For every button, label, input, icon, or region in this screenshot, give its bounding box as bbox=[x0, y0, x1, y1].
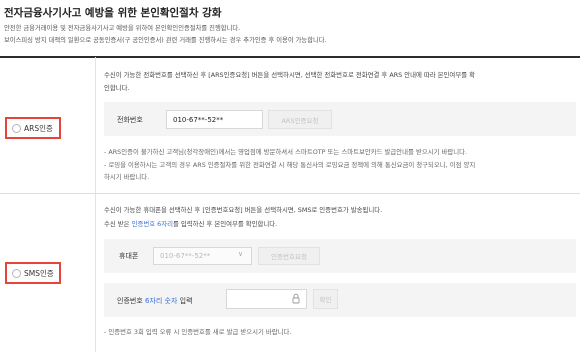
ars-radio-option[interactable]: ARS인증 bbox=[5, 117, 61, 139]
section-divider bbox=[0, 193, 580, 194]
chevron-down-icon[interactable]: ∨ bbox=[238, 250, 243, 258]
sms-code-label-highlight: 6자리 숫자 bbox=[145, 297, 178, 305]
sms-confirm-button[interactable]: 확인 bbox=[313, 289, 338, 309]
radio-icon[interactable] bbox=[12, 268, 21, 278]
sms-description-line-1: 수신이 가능한 휴대폰을 선택하신 후 [인증번호요청] 버튼을 선택하시면, … bbox=[104, 206, 383, 214]
sms-radio-option[interactable]: SMS인증 bbox=[5, 262, 61, 284]
sms-description-line-2: 수신 받은 인증번호 6자리를 입력하신 후 본인여부를 확인합니다. bbox=[104, 219, 277, 228]
sms-code-label-text: 인증번호 bbox=[117, 297, 145, 305]
sms-phone-label: 휴대폰 bbox=[119, 252, 139, 260]
column-divider bbox=[95, 57, 96, 352]
ars-request-button[interactable]: ARS인증요청 bbox=[268, 110, 332, 129]
sms-desc-text: 수신 받은 bbox=[104, 220, 132, 228]
intro-line-2: 보이스피싱 방지 대책의 일환으로 공동인증서(구 공인인증서) 관련 거래를 … bbox=[4, 37, 327, 44]
ars-note-2-line-2: 하시기 바랍니다. bbox=[104, 173, 150, 181]
intro-line-1: 안전한 금융거래이용 및 전자금융사기사고 예방을 위하여 본인확인인증절차를 … bbox=[4, 25, 241, 32]
ars-phone-label: 전화번호 bbox=[117, 116, 143, 124]
ars-note-1: - ARS인증이 불가하신 고객님(청각장애인)께서는 영업점에 방문하셔서 스… bbox=[104, 148, 468, 156]
ars-phone-field[interactable]: 010-67**-52** bbox=[166, 110, 263, 129]
sms-code-label: 인증번호 6자리 숫자 입력 bbox=[117, 296, 193, 306]
sms-desc-highlight: 인증번호 6자리 bbox=[131, 220, 173, 228]
ars-note-2-line-1: - 로밍을 이용하시는 고객의 경우 ARS 인증절차를 위한 전화연결 시 해… bbox=[104, 161, 476, 169]
page-title: 전자금융사기사고 예방을 위한 본인확인절차 강화 bbox=[4, 7, 222, 19]
sms-radio-label: SMS인증 bbox=[24, 268, 54, 278]
sms-desc-text-end: 를 입력하신 후 본인여부를 확인합니다. bbox=[172, 220, 278, 228]
sms-note: - 인증번호 3회 입력 오류 시 인증번호를 새로 발급 받으시기 바랍니다. bbox=[104, 328, 292, 336]
ars-description-line-1: 수신이 가능한 전화번호를 선택하신 후 [ARS인증요청] 버튼을 선택하시면… bbox=[104, 71, 475, 79]
ars-radio-label: ARS인증 bbox=[24, 123, 53, 133]
radio-icon[interactable] bbox=[12, 123, 21, 133]
sms-request-button[interactable]: 인증번호요청 bbox=[258, 247, 320, 265]
ars-description-line-2: 인합니다. bbox=[104, 84, 130, 92]
lock-icon bbox=[292, 293, 300, 304]
sms-code-label-text-end: 입력 bbox=[177, 297, 193, 305]
